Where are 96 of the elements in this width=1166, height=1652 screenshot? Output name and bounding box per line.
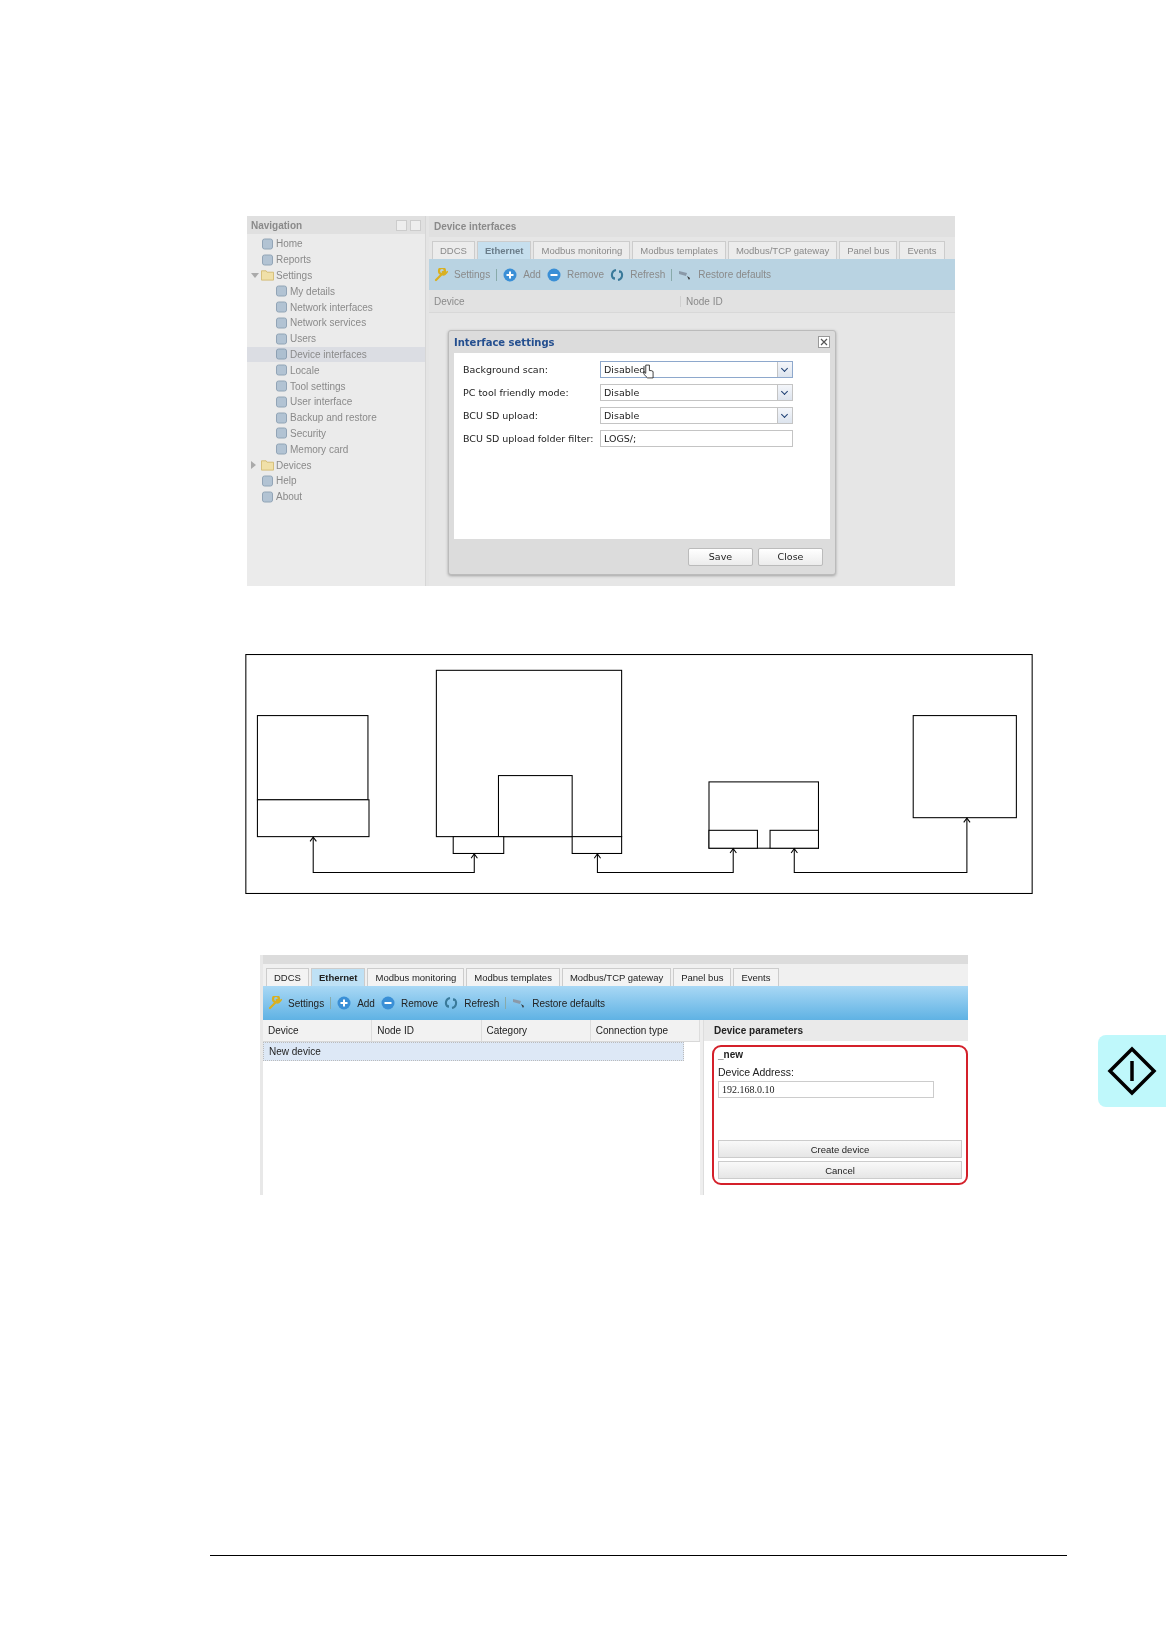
toolbar-button[interactable]: Settings (288, 997, 325, 1009)
tab[interactable]: Events (733, 968, 779, 986)
navigation-item[interactable]: Home (247, 236, 425, 252)
toolbar-button[interactable]: Add (357, 997, 375, 1009)
tab[interactable]: Modbus/TCP gateway (727, 241, 838, 259)
navigation-item[interactable]: Device interfaces (247, 346, 425, 363)
field-label: BCU SD upload: (463, 410, 539, 421)
navigation-item[interactable]: Settings (247, 267, 425, 284)
page-icon (261, 237, 274, 250)
tab[interactable]: Modbus monitoring (367, 968, 465, 986)
dropdown[interactable]: Disable (600, 384, 793, 401)
refresh-icon (444, 996, 459, 1010)
navigation-item[interactable]: Security (247, 425, 425, 442)
column-header[interactable]: Device (429, 295, 681, 307)
page-icon (261, 490, 274, 503)
toolbar-button[interactable]: Refresh (464, 997, 500, 1009)
toolbar-button[interactable]: Settings (454, 269, 491, 280)
page-icon (275, 427, 288, 440)
tab[interactable]: Events (899, 241, 945, 259)
close-icon[interactable] (818, 336, 830, 348)
tab[interactable]: Ethernet (310, 968, 366, 986)
navigation-item[interactable]: Memory card (247, 441, 425, 458)
dropdown[interactable]: Disabled (600, 361, 793, 378)
dialog-button[interactable]: Save (688, 547, 753, 566)
navigation-item[interactable]: Help (247, 472, 425, 489)
page-icon (275, 332, 288, 345)
tab[interactable]: Panel bus (839, 241, 898, 259)
toolbar-button[interactable]: Add (523, 269, 541, 280)
column-header[interactable]: Device (263, 1020, 373, 1041)
navigation-item[interactable]: Locale (247, 362, 425, 379)
page-icon (275, 301, 288, 314)
page-icon (275, 443, 288, 456)
toolbar-button[interactable]: Remove (400, 997, 439, 1009)
diamond-icon (1107, 1046, 1157, 1096)
field-label: BCU SD upload folder filter: (463, 433, 595, 444)
form-button[interactable]: Create device (718, 1140, 962, 1158)
hand-cursor-icon (643, 364, 654, 379)
field-label: Device Address: (718, 1066, 795, 1078)
panel-title: Device parameters (704, 1020, 968, 1041)
input-field[interactable]: LOGS/; (600, 430, 793, 447)
toolbar-button[interactable]: Restore defaults (698, 269, 772, 280)
page-icon (275, 348, 288, 361)
column-header[interactable]: Node ID (372, 1020, 482, 1041)
page-icon (275, 380, 288, 393)
tab[interactable]: Modbus monitoring (533, 241, 631, 259)
dropdown[interactable]: Disable (600, 407, 793, 424)
navigation-item[interactable]: Tool settings (247, 378, 425, 394)
folder-icon (261, 459, 274, 472)
navigation-item[interactable]: Backup and restore (247, 409, 425, 426)
page-icon (275, 364, 288, 377)
column-header[interactable]: Node ID (681, 295, 723, 307)
page-icon (275, 285, 288, 298)
tab[interactable]: Ethernet (476, 241, 532, 259)
wrench-icon (268, 996, 282, 1010)
column-header[interactable]: Category (481, 1020, 591, 1041)
navigation-item[interactable]: Reports (247, 251, 425, 268)
tab[interactable]: Modbus templates (466, 968, 560, 986)
page-icon (261, 474, 274, 487)
panel-title: Navigation (251, 219, 304, 231)
tab[interactable]: Modbus templates (632, 241, 726, 259)
column-header[interactable]: Connection type (590, 1020, 700, 1041)
toolbar-button[interactable]: Restore defaults (532, 997, 606, 1009)
form-button[interactable]: Cancel (718, 1161, 962, 1179)
folder-icon (261, 269, 274, 282)
field-label: Background scan: (463, 364, 549, 375)
tab[interactable]: DDCS (266, 968, 309, 986)
table-row[interactable]: New device (263, 1042, 684, 1061)
tab[interactable]: Panel bus (673, 968, 732, 986)
wrench-icon (434, 267, 448, 282)
navigation-item[interactable]: About (247, 488, 425, 505)
toolbar-button[interactable]: Refresh (630, 269, 666, 280)
panel-title: Device interfaces (429, 216, 955, 237)
plus-circle-icon (337, 996, 352, 1010)
device-name: _new (718, 1049, 744, 1060)
field-label: PC tool friendly mode: (463, 387, 570, 398)
page-icon (261, 253, 274, 266)
tab[interactable]: DDCS (432, 241, 475, 259)
navigation-item[interactable]: Network services (247, 315, 425, 331)
minus-circle-icon (546, 267, 561, 282)
toolbar-button[interactable]: Remove (566, 269, 605, 280)
navigation-item[interactable]: My details (247, 283, 425, 300)
minus-circle-icon (380, 996, 395, 1010)
dialog-button[interactable]: Close (758, 547, 823, 566)
navigation-item[interactable]: User interface (247, 393, 425, 410)
dialog-title: Interface settings (454, 336, 556, 348)
refresh-icon (610, 267, 625, 282)
plus-circle-icon (503, 267, 518, 282)
input-field[interactable]: 192.168.0.10 (718, 1081, 934, 1098)
tab[interactable]: Modbus/TCP gateway (561, 968, 672, 986)
page-icon (275, 316, 288, 329)
navigation-item[interactable]: Users (247, 330, 425, 347)
page-icon (275, 395, 288, 408)
camera-icon (512, 996, 527, 1010)
page-icon (275, 411, 288, 424)
navigation-item[interactable]: Devices (247, 457, 425, 473)
navigation-item[interactable]: Network interfaces (247, 299, 425, 315)
